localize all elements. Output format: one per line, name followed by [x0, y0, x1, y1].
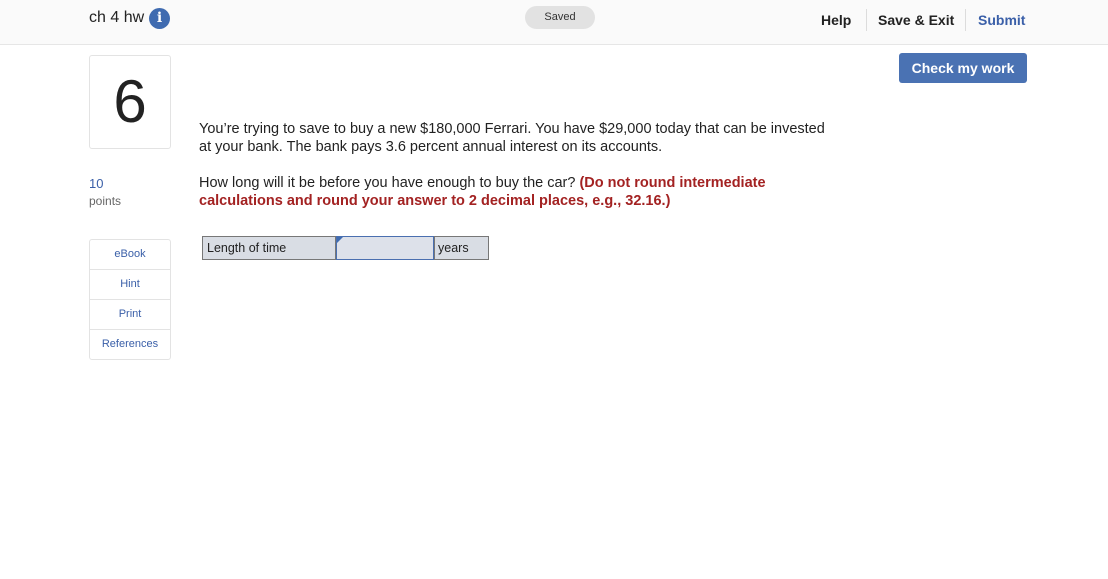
length-of-time-input[interactable] [337, 237, 433, 259]
answer-label: Length of time [203, 237, 336, 259]
resources-panel: eBook Hint Print References [89, 239, 171, 360]
question-paragraph: You’re trying to save to buy a new $180,… [199, 121, 825, 155]
question-body: You’re trying to save to buy a new $180,… [199, 120, 839, 210]
flag-icon [337, 237, 343, 243]
saved-status-badge: Saved [525, 6, 595, 29]
answer-unit: years [434, 237, 488, 259]
submit-link[interactable]: Submit [978, 12, 1025, 28]
nav-divider [965, 9, 966, 31]
ebook-link[interactable]: eBook [90, 240, 170, 270]
top-bar: ch 4 hw i Saved Help Save & Exit Submit [0, 0, 1108, 45]
answer-cell [336, 236, 434, 260]
points-label: points [89, 194, 122, 208]
question-prompt-text: How long will it be before you have enou… [199, 175, 580, 191]
help-link[interactable]: Help [821, 12, 851, 28]
question-number: 6 [89, 55, 171, 149]
assignment-title: ch 4 hw [89, 9, 145, 26]
answer-table: Length of time years [202, 236, 489, 260]
references-link[interactable]: References [90, 330, 170, 359]
hint-link[interactable]: Hint [90, 270, 170, 300]
save-exit-link[interactable]: Save & Exit [878, 12, 954, 28]
question-prompt: How long will it be before you have enou… [199, 174, 839, 210]
points-value: 10 [89, 176, 104, 191]
print-link[interactable]: Print [90, 300, 170, 330]
nav-divider [866, 9, 867, 31]
check-my-work-button[interactable]: Check my work [899, 53, 1027, 83]
info-icon[interactable]: i [149, 8, 170, 29]
